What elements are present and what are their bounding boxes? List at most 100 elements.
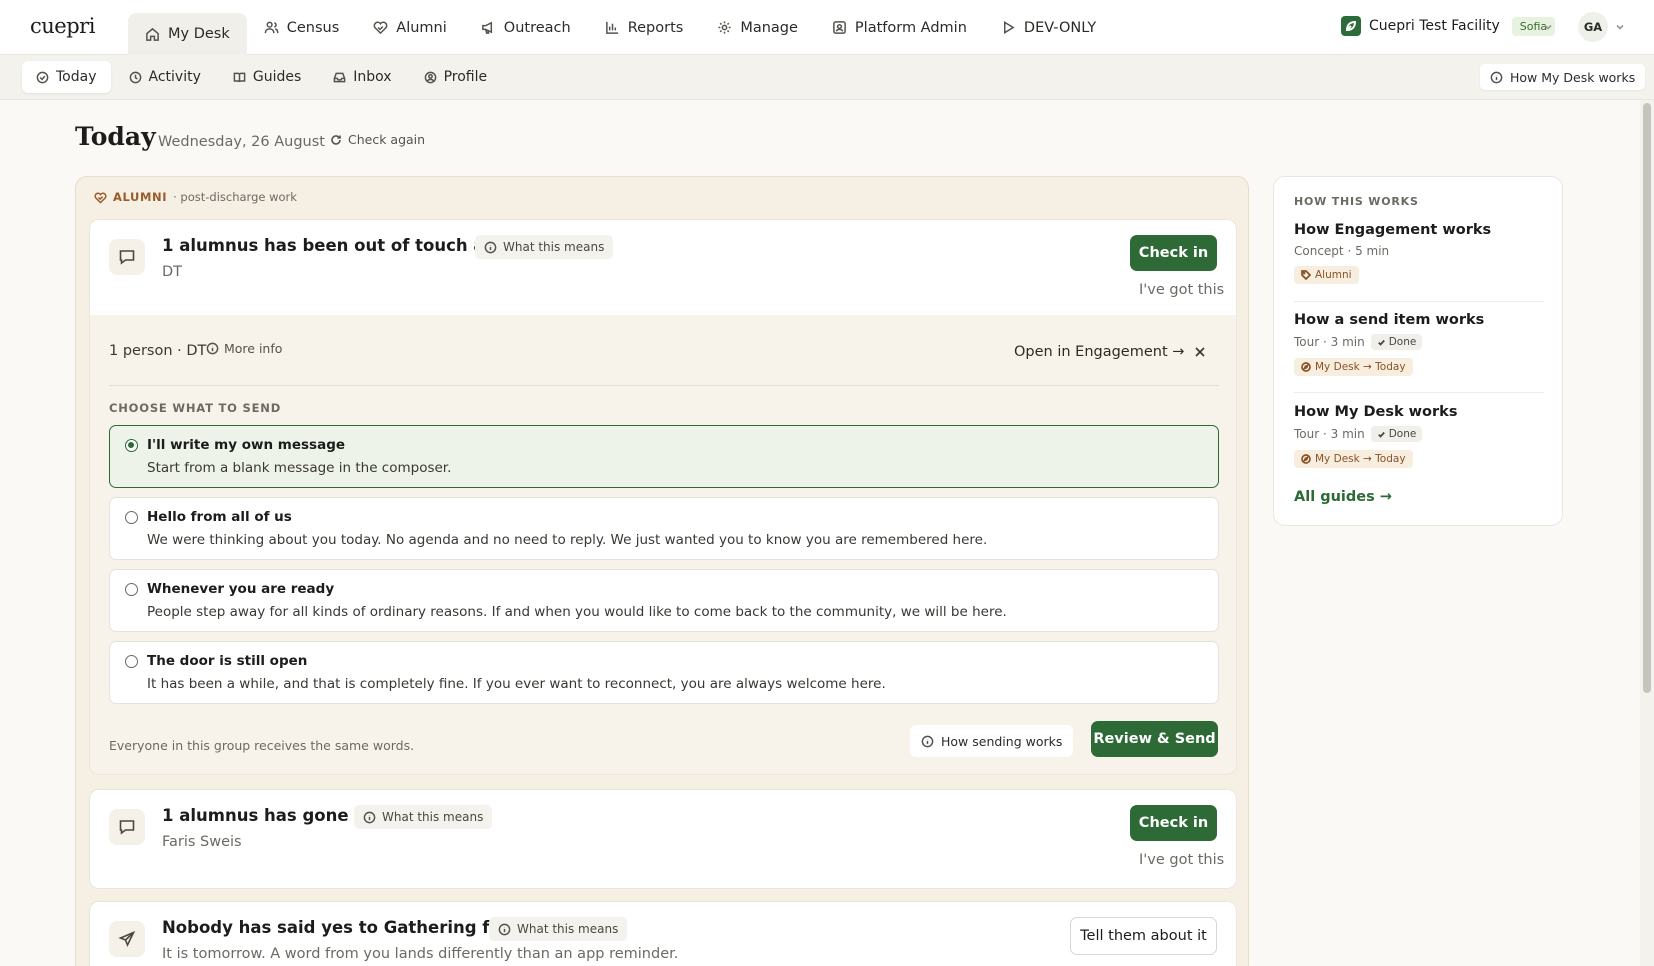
alumni-group: ALUMNI · post-discharge work 1 alumnus h…: [75, 176, 1249, 966]
check-in-button[interactable]: Check in: [1130, 235, 1217, 271]
bar-chart-icon: [605, 21, 618, 34]
app-logo[interactable]: cuepri: [30, 14, 95, 38]
gear-icon: [718, 21, 731, 34]
chevron-down-icon[interactable]: [1614, 21, 1626, 33]
open-in-engagement-link[interactable]: Open in Engagement →: [1014, 344, 1184, 360]
choose-what-to-send-label: CHOOSE WHAT TO SEND: [109, 401, 282, 415]
guide-tag-label: Alumni: [1315, 269, 1352, 281]
divider: [1294, 392, 1544, 393]
card-subtitle: DT: [162, 264, 183, 280]
option-body: We were thinking about you today. No age…: [147, 532, 988, 548]
option-title: I'll write my own message: [147, 437, 346, 453]
guide-tag-label: My Desk → Today: [1315, 453, 1406, 465]
heart-handshake-icon: [94, 192, 107, 204]
subtab-label: Profile: [443, 69, 488, 85]
check-again-label: Check again: [348, 132, 426, 147]
message-option-door-open[interactable]: The door is still open It has been a whi…: [109, 641, 1219, 704]
what-this-means-button[interactable]: What this means: [354, 805, 493, 829]
facility-name: Cuepri Test Facility: [1369, 18, 1500, 34]
message-option-whenever[interactable]: Whenever you are ready People step away …: [109, 569, 1219, 632]
what-this-means-button[interactable]: What this means: [489, 917, 628, 941]
guide-meta-text: Concept · 5 min: [1294, 244, 1390, 258]
facility-switcher[interactable]: Cuepri Test Facility Sofia: [1341, 16, 1556, 36]
check-again-button[interactable]: Check again: [330, 132, 425, 147]
radio-button[interactable]: [125, 511, 138, 524]
done-badge: Done: [1370, 334, 1423, 350]
heart-handshake-icon: [373, 21, 388, 35]
subtab-today[interactable]: Today: [22, 61, 111, 93]
card-icon-box: [109, 921, 145, 957]
review-and-send-button[interactable]: Review & Send: [1091, 721, 1218, 757]
tab-reports[interactable]: Reports: [588, 0, 701, 55]
guide-meta: Tour · 3 min Done: [1294, 426, 1544, 442]
admin-icon: [833, 21, 846, 34]
tab-label: Outreach: [503, 19, 571, 36]
scrollbar[interactable]: [1640, 100, 1654, 966]
group-tag: ALUMNI: [113, 190, 168, 204]
panel-heading: HOW THIS WORKS: [1294, 195, 1419, 208]
done-badge: Done: [1370, 426, 1423, 442]
main-tabs: My Desk Census Alumni Outreach Reports M…: [128, 0, 1113, 55]
option-body: It has been a while, and that is complet…: [147, 676, 886, 692]
message-option-hello[interactable]: Hello from all of us We were thinking ab…: [109, 497, 1219, 560]
tab-alumni[interactable]: Alumni: [356, 0, 463, 55]
what-this-means-button[interactable]: What this means: [475, 235, 614, 259]
subtab-profile[interactable]: Profile: [410, 61, 502, 93]
subtab-activity[interactable]: Activity: [115, 61, 215, 93]
guide-meta-text: Tour · 3 min: [1294, 427, 1365, 441]
info-icon: [498, 923, 511, 935]
what-this-means-label: What this means: [517, 922, 619, 936]
radio-button[interactable]: [125, 583, 138, 596]
tab-my-desk[interactable]: My Desk: [128, 13, 247, 55]
tab-outreach[interactable]: Outreach: [464, 0, 588, 55]
tab-census[interactable]: Census: [247, 0, 357, 55]
tab-platform-admin[interactable]: Platform Admin: [815, 0, 984, 55]
top-navigation: cuepri My Desk Census Alumni Outreach Re…: [0, 0, 1654, 55]
send-options-panel: 1 person · DT More info Open in Engageme…: [89, 315, 1237, 775]
tell-them-about-it-button[interactable]: Tell them about it: [1070, 917, 1217, 955]
scrollbar-thumb[interactable]: [1643, 103, 1651, 693]
all-guides-link[interactable]: All guides →: [1294, 489, 1392, 505]
more-info-button[interactable]: More info: [206, 341, 282, 356]
what-this-means-label: What this means: [503, 240, 605, 254]
sub-navigation: Today Activity Guides Inbox Profile How …: [0, 55, 1654, 100]
guide-item[interactable]: How My Desk works Tour · 3 min Done My D…: [1294, 404, 1544, 468]
subtab-inbox[interactable]: Inbox: [319, 61, 405, 93]
guide-tag: My Desk → Today: [1294, 358, 1413, 376]
subtab-label: Today: [56, 69, 97, 85]
subtab-guides[interactable]: Guides: [219, 61, 315, 93]
tab-label: Platform Admin: [854, 19, 967, 36]
guide-title: How Engagement works: [1294, 222, 1492, 238]
compass-icon: [1301, 362, 1311, 372]
how-my-desk-works-button[interactable]: How My Desk works: [1480, 64, 1646, 90]
tab-label: Reports: [627, 19, 684, 36]
chevron-down-icon[interactable]: [1542, 21, 1554, 33]
how-sending-works-button[interactable]: How sending works: [910, 725, 1074, 757]
option-title: The door is still open: [147, 653, 308, 669]
radio-button[interactable]: [125, 655, 138, 668]
close-panel-button[interactable]: [1193, 345, 1207, 359]
message-icon: [119, 250, 135, 265]
tab-label: Alumni: [396, 19, 447, 36]
guide-tag: My Desk → Today: [1294, 450, 1413, 468]
check-circle-icon: [36, 71, 49, 83]
guide-meta: Concept · 5 min: [1294, 244, 1544, 258]
tab-manage[interactable]: Manage: [700, 0, 815, 55]
ive-got-this-link[interactable]: I've got this: [1139, 852, 1224, 868]
avatar[interactable]: GA: [1578, 12, 1608, 42]
info-icon: [206, 342, 219, 355]
tab-dev-only[interactable]: DEV-ONLY: [984, 0, 1113, 55]
guide-item[interactable]: How Engagement works Concept · 5 min Alu…: [1294, 222, 1544, 284]
play-icon: [1003, 21, 1015, 34]
ive-got-this-link[interactable]: I've got this: [1139, 282, 1224, 298]
message-option-own[interactable]: I'll write my own message Start from a b…: [109, 425, 1219, 488]
inbox-icon: [333, 72, 346, 82]
radio-button[interactable]: [125, 439, 138, 452]
group-subtitle: · post-discharge work: [173, 190, 297, 204]
tab-label: Manage: [740, 19, 798, 36]
how-this-works-panel: HOW THIS WORKS How Engagement works Conc…: [1273, 176, 1563, 526]
tab-label: DEV-ONLY: [1023, 19, 1097, 36]
guide-meta: Tour · 3 min Done: [1294, 334, 1544, 350]
check-in-button[interactable]: Check in: [1130, 805, 1217, 841]
guide-item[interactable]: How a send item works Tour · 3 min Done …: [1294, 312, 1544, 376]
